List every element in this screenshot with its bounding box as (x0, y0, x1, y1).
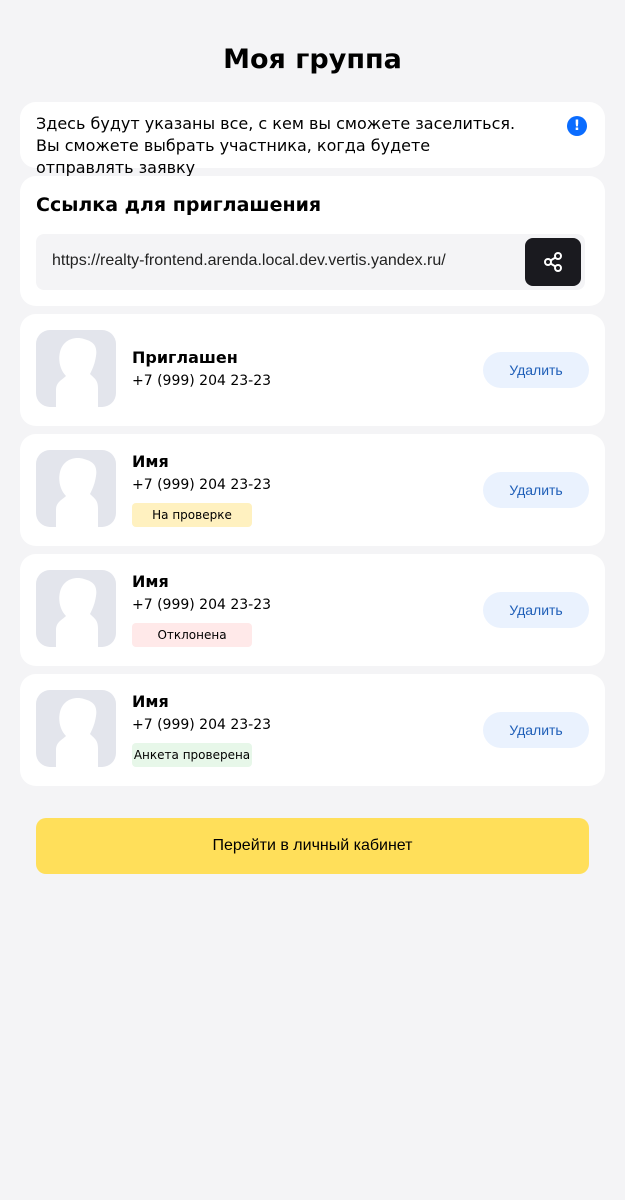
page: Моя группа Здесь будут указаны все, с ке… (0, 0, 625, 1200)
invite-title: Ссылка для приглашения (36, 194, 322, 216)
member-name: Имя (132, 692, 169, 711)
page-title: Моя группа (223, 44, 402, 75)
member-card: Имя +7 (999) 204 23-23 Отклонена Удалить (20, 554, 605, 666)
avatar (36, 330, 116, 407)
invite-card: Ссылка для приглашения https://realty-fr… (20, 176, 605, 306)
share-button[interactable] (525, 238, 581, 286)
delete-member-button[interactable]: Удалить (483, 472, 589, 508)
status-badge: Отклонена (132, 623, 252, 647)
member-card: Имя +7 (999) 204 23-23 На проверке Удали… (20, 434, 605, 546)
member-card: Имя +7 (999) 204 23-23 Анкета проверена … (20, 674, 605, 786)
member-phone: +7 (999) 204 23-23 (132, 597, 272, 613)
delete-member-button[interactable]: Удалить (483, 592, 589, 628)
delete-member-button[interactable]: Удалить (483, 352, 589, 388)
status-badge: На проверке (132, 503, 252, 527)
invite-link-text[interactable]: https://realty-frontend.arenda.local.dev… (52, 251, 446, 271)
member-card: Приглашен +7 (999) 204 23-23 Удалить (20, 314, 605, 426)
avatar-placeholder-icon (56, 338, 98, 407)
avatar-placeholder-icon (56, 578, 98, 647)
avatar (36, 570, 116, 647)
share-icon (544, 252, 562, 272)
avatar-placeholder-icon (56, 698, 98, 767)
member-name: Имя (132, 572, 169, 591)
member-phone: +7 (999) 204 23-23 (132, 717, 272, 733)
avatar (36, 450, 116, 527)
status-badge: Анкета проверена (132, 743, 252, 767)
avatar-placeholder-icon (56, 458, 98, 527)
invite-link-field[interactable]: https://realty-frontend.arenda.local.dev… (36, 234, 585, 290)
member-phone: +7 (999) 204 23-23 (132, 477, 272, 493)
info-card: Здесь будут указаны все, с кем вы сможет… (20, 102, 605, 177)
delete-member-button[interactable]: Удалить (483, 712, 589, 748)
exclamation-icon: ! (567, 116, 587, 136)
member-name: Приглашен (132, 348, 238, 367)
go-to-account-button[interactable]: Перейти в личный кабинет (36, 818, 589, 874)
member-phone: +7 (999) 204 23-23 (132, 373, 272, 389)
info-text: Здесь будут указаны все, с кем вы сможет… (36, 114, 516, 177)
member-name: Имя (132, 452, 169, 471)
avatar (36, 690, 116, 767)
